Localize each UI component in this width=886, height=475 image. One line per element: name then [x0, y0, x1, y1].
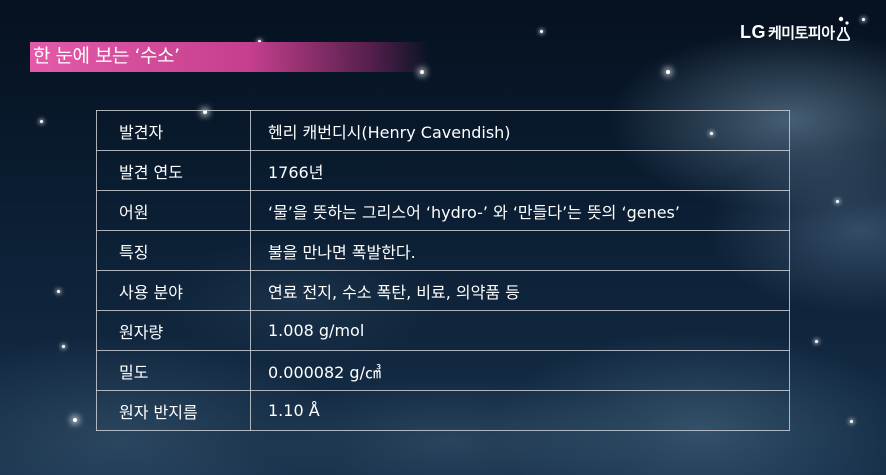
row-label: 어원: [96, 190, 251, 231]
star-decoration: [62, 345, 65, 348]
row-label: 원자 반지름: [96, 390, 251, 431]
row-value: 1.10 Å: [250, 390, 790, 431]
star-decoration: [850, 420, 853, 423]
row-label: 원자량: [96, 310, 251, 351]
row-value: 불을 만나면 폭발한다.: [250, 230, 790, 271]
row-label: 밀도: [96, 350, 251, 391]
table-row: 특징 불을 만나면 폭발한다.: [96, 230, 790, 271]
row-value: 1766년: [250, 150, 790, 191]
table-row: 발견 연도 1766년: [96, 150, 790, 191]
table-row: 밀도 0.000082 g/㎤: [96, 350, 790, 391]
star-decoration: [73, 418, 77, 422]
star-decoration: [862, 18, 865, 21]
row-value: ‘물’을 뜻하는 그리스어 ‘hydro-’ 와 ‘만들다’는 뜻의 ‘gene…: [250, 190, 790, 231]
page: 한 눈에 보는 ‘수소’ LG 케미토피아 발견자 헨리 캐번디시(Henry …: [0, 0, 886, 475]
star-decoration: [57, 290, 60, 293]
logo-name: 케미토피아: [768, 24, 835, 42]
table-row: 원자 반지름 1.10 Å: [96, 390, 790, 431]
star-decoration: [540, 30, 543, 33]
table-row: 어원 ‘물’을 뜻하는 그리스어 ‘hydro-’ 와 ‘만들다’는 뜻의 ‘g…: [96, 190, 790, 231]
row-value: 헨리 캐번디시(Henry Cavendish): [250, 110, 790, 151]
row-label: 사용 분야: [96, 270, 251, 311]
brand-logo: LG 케미토피아: [740, 16, 852, 43]
star-decoration: [815, 340, 818, 343]
page-title: 한 눈에 보는 ‘수소’: [33, 45, 180, 67]
hydrogen-info-table: 발견자 헨리 캐번디시(Henry Cavendish) 발견 연도 1766년…: [96, 110, 790, 431]
row-label: 발견자: [96, 110, 251, 151]
row-value: 연료 전지, 수소 폭탄, 비료, 의약품 등: [250, 270, 790, 311]
table-row: 원자량 1.008 g/mol: [96, 310, 790, 351]
star-decoration: [836, 200, 839, 203]
star-decoration: [666, 70, 670, 74]
table-row: 발견자 헨리 캐번디시(Henry Cavendish): [96, 110, 790, 151]
flask-icon: [836, 16, 850, 41]
row-value: 1.008 g/mol: [250, 310, 790, 351]
row-label: 발견 연도: [96, 150, 251, 191]
table-row: 사용 분야 연료 전지, 수소 폭탄, 비료, 의약품 등: [96, 270, 790, 311]
logo-brand: LG: [740, 22, 766, 42]
star-decoration: [40, 120, 43, 123]
row-label: 특징: [96, 230, 251, 271]
row-value: 0.000082 g/㎤: [250, 350, 790, 391]
